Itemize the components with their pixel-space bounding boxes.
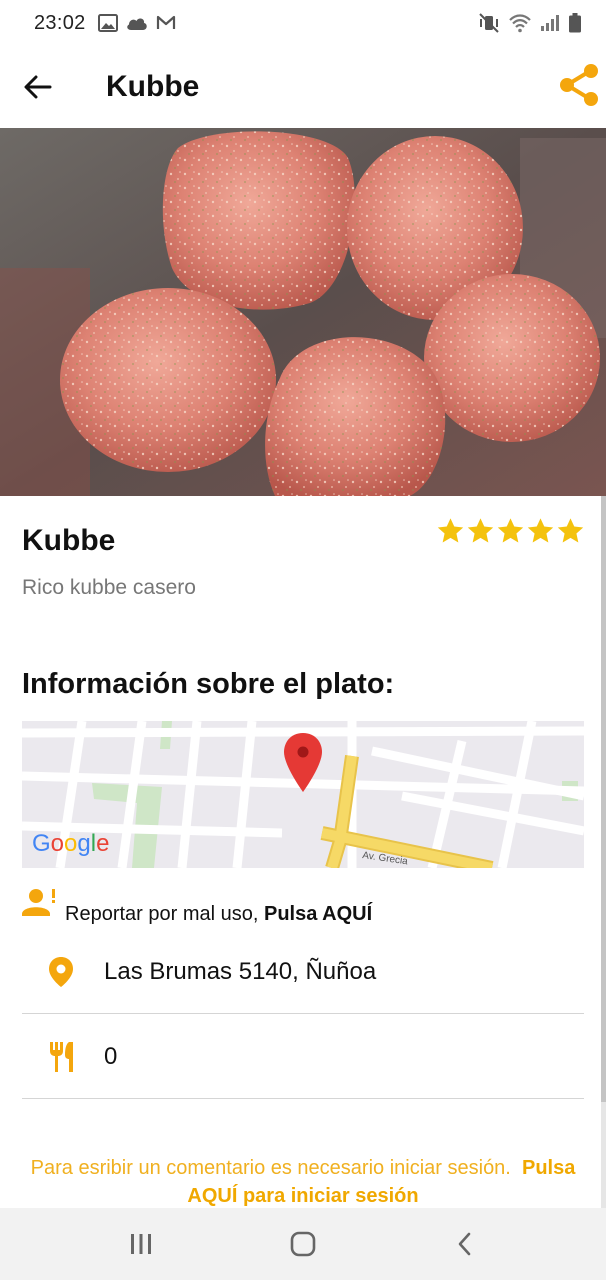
chevron-left-icon <box>458 1232 471 1256</box>
comment-note-text: Para esribir un comentario es necesario … <box>30 1157 511 1179</box>
cloud-icon <box>126 15 148 31</box>
login-to-comment-note: Para esribir un comentario es necesario … <box>22 1154 584 1210</box>
home-button[interactable] <box>273 1214 333 1274</box>
system-navigation-bar <box>0 1208 606 1280</box>
address-row: Las Brumas 5140, Ñuñoa <box>22 930 584 1014</box>
report-label: Reportar por mal uso, <box>65 903 264 925</box>
dish-description: Rico kubbe casero <box>22 576 196 599</box>
share-button[interactable] <box>556 60 602 110</box>
dish-photo <box>0 128 606 496</box>
gmail-icon <box>156 15 176 31</box>
scrollbar-thumb[interactable] <box>601 496 606 1102</box>
star-icon <box>557 518 584 543</box>
share-icon <box>560 64 598 106</box>
location-map[interactable]: Av. Grecia Google <box>22 721 584 868</box>
report-text: Reportar por mal uso, Pulsa AQUÍ <box>65 903 372 926</box>
recents-icon <box>131 1234 151 1254</box>
star-icon <box>467 518 494 543</box>
report-user-icon <box>22 889 55 916</box>
wifi-icon <box>508 13 532 33</box>
mute-vibrate-icon <box>478 13 500 33</box>
star-icon <box>527 518 554 543</box>
rating-stars <box>436 516 585 546</box>
servings-count: 0 <box>104 1043 118 1070</box>
star-icon <box>497 518 524 543</box>
arrow-left-icon <box>24 75 52 99</box>
gallery-icon <box>97 14 118 32</box>
google-logo: Google <box>32 830 109 857</box>
section-title: Información sobre el plato: <box>22 668 395 700</box>
dish-name: Kubbe <box>22 524 116 557</box>
report-link[interactable]: Pulsa AQUÍ <box>264 903 372 925</box>
home-icon <box>290 1231 316 1257</box>
status-bar: 23:02 <box>0 0 606 46</box>
recents-button[interactable] <box>111 1214 171 1274</box>
back-button[interactable] <box>0 46 76 128</box>
page-title: Kubbe <box>106 70 200 103</box>
back-nav-button[interactable] <box>435 1214 495 1274</box>
signal-icon <box>540 14 560 32</box>
location-pin-icon <box>48 930 74 1014</box>
battery-icon <box>568 13 582 33</box>
servings-row: 0 <box>22 1015 584 1099</box>
star-icon <box>437 518 464 543</box>
status-time: 23:02 <box>34 11 86 34</box>
app-bar: Kubbe <box>0 46 606 128</box>
fork-knife-icon <box>48 1015 78 1099</box>
address-text: Las Brumas 5140, Ñuñoa <box>104 958 377 985</box>
